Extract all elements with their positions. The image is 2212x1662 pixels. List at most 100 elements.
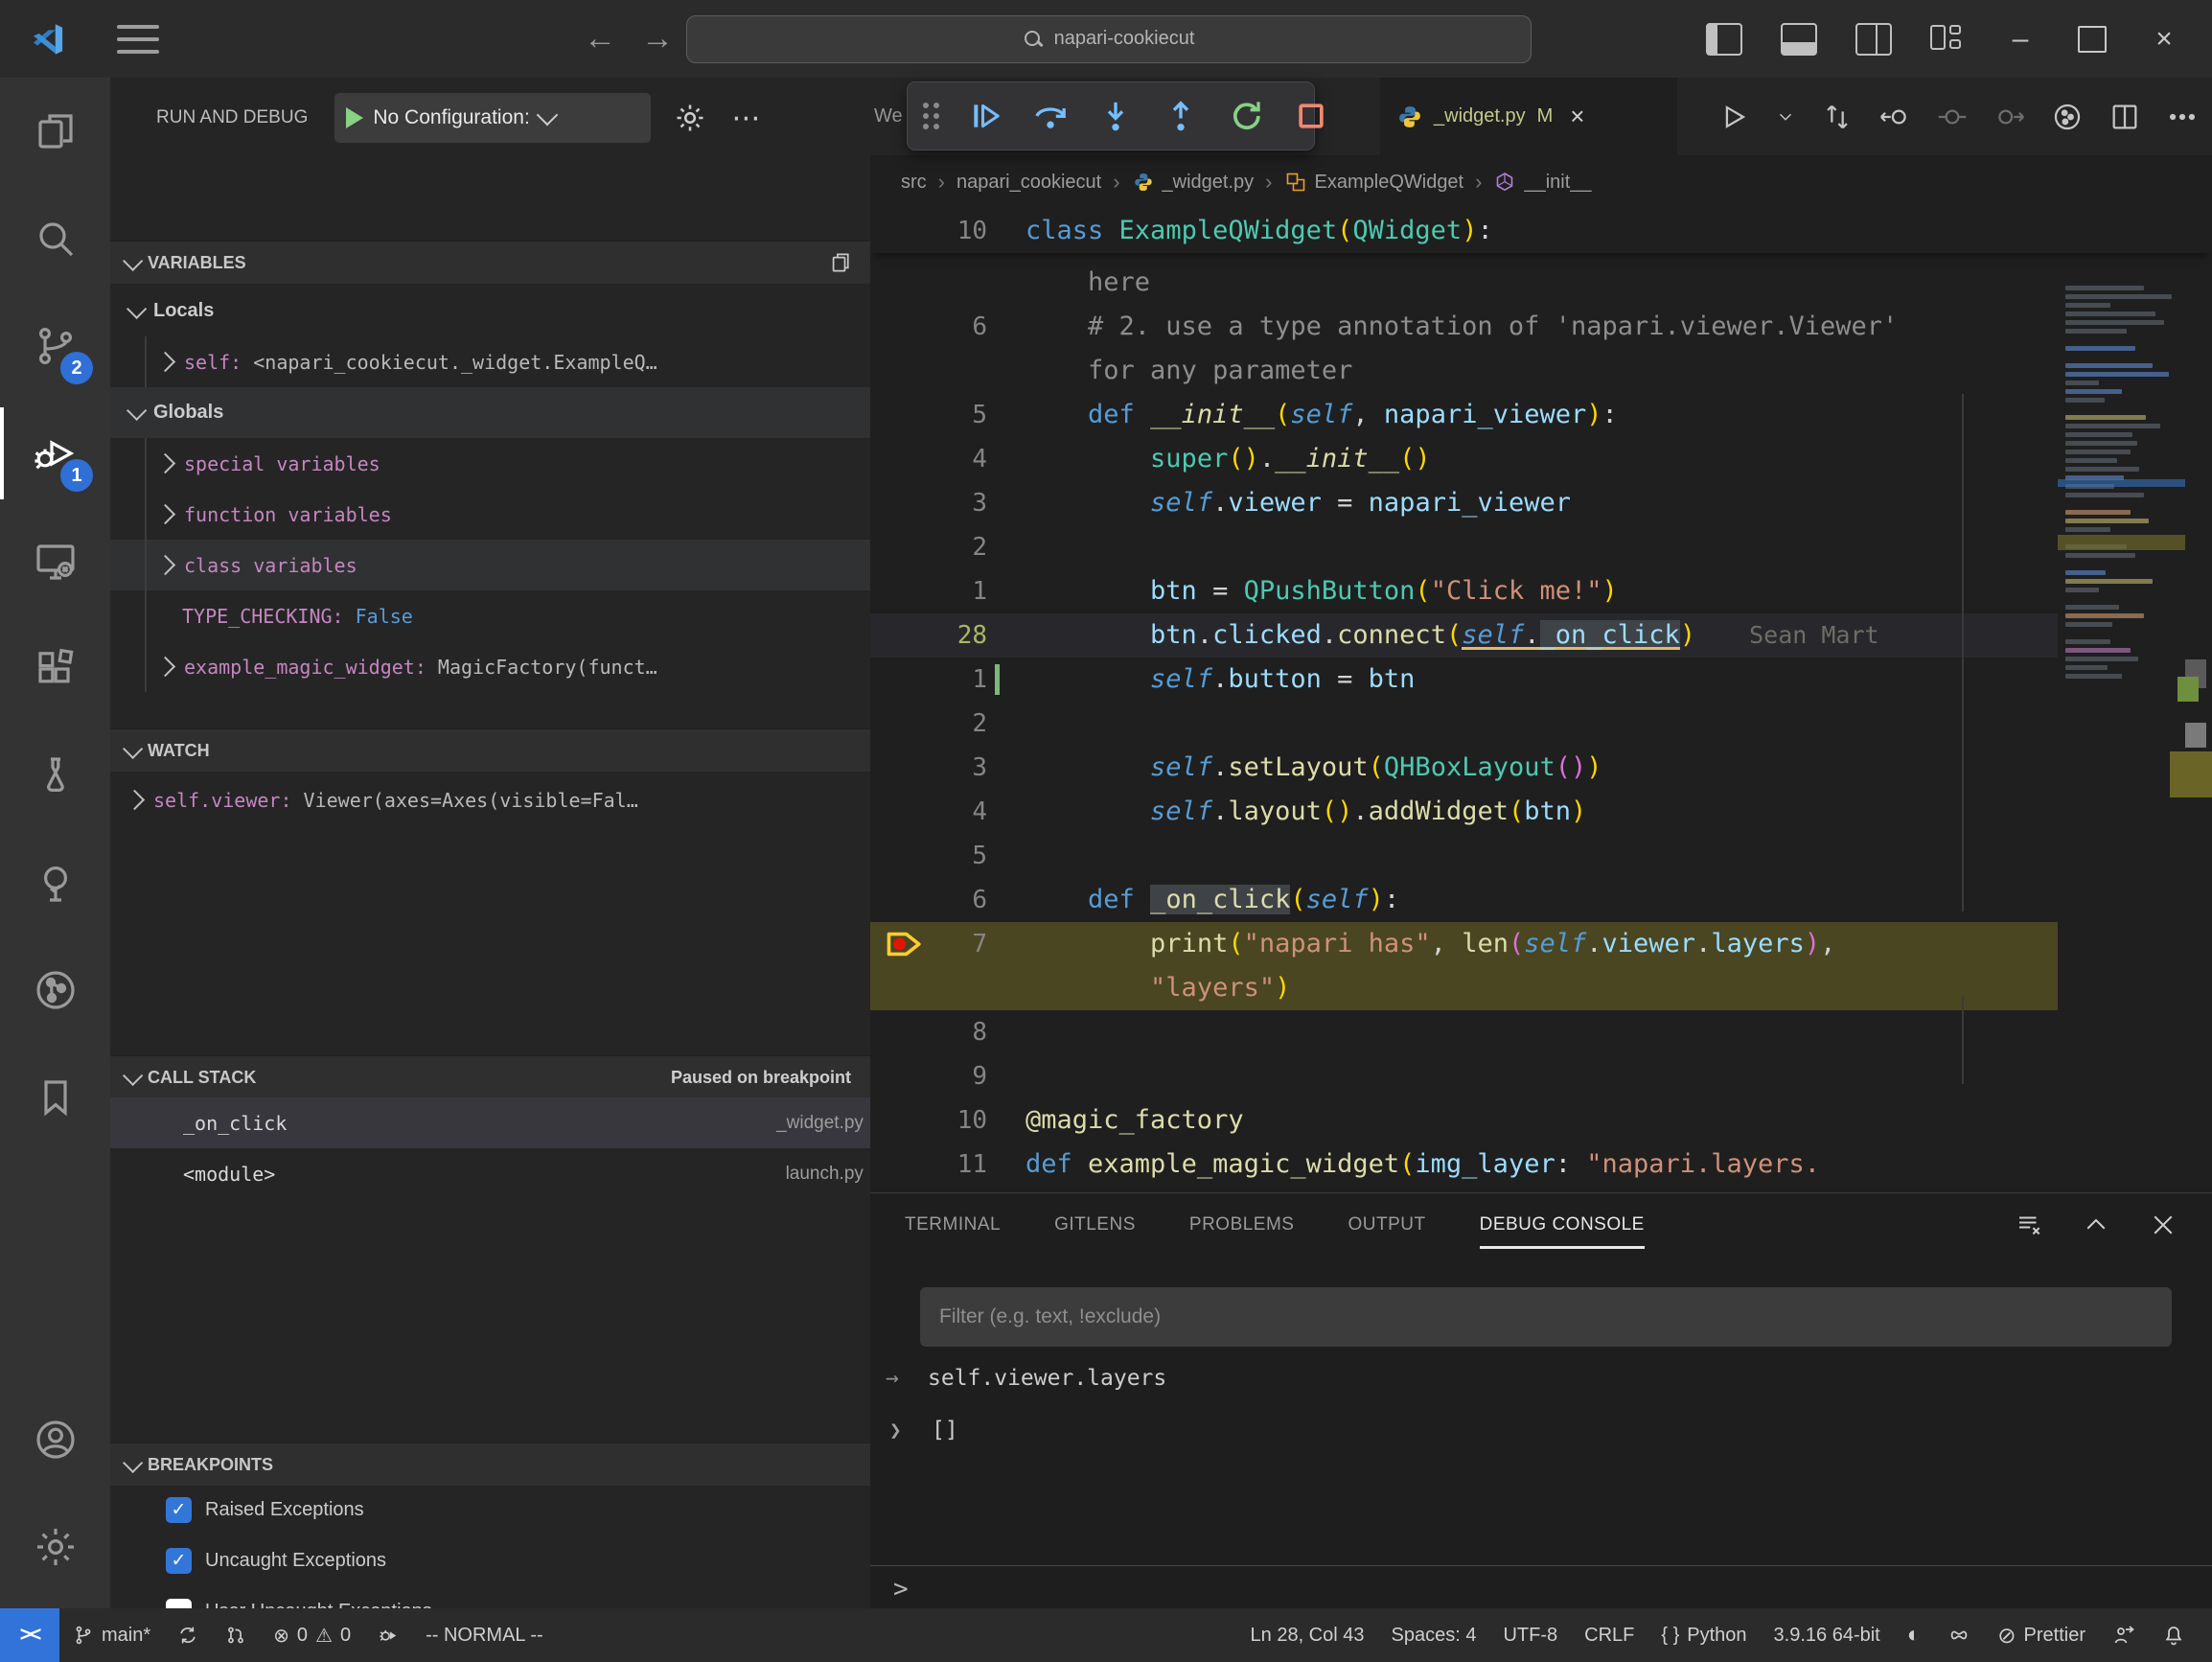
prev-change-icon[interactable]: [1878, 101, 1911, 133]
breakpoint-checkbox[interactable]: [166, 1599, 192, 1608]
minimap[interactable]: [2058, 209, 2185, 1192]
callstack-frame[interactable]: _on_click_widget.py35:1: [110, 1097, 870, 1148]
tab-close-icon[interactable]: ×: [1570, 102, 1584, 131]
code-line[interactable]: 8: [870, 1010, 2212, 1054]
eol-sequence[interactable]: CRLF: [1571, 1625, 1647, 1647]
step-into-button[interactable]: [1096, 97, 1135, 135]
breakpoint-row[interactable]: ✓Raised Exceptions: [110, 1485, 870, 1535]
tree-row[interactable]: Locals: [110, 286, 870, 336]
collapse-variables-icon[interactable]: [826, 250, 851, 275]
activity-item-bookmarks[interactable]: [0, 1044, 110, 1151]
toggle-panel-icon[interactable]: [1781, 23, 1817, 56]
code-line[interactable]: 5: [870, 834, 2212, 878]
language-mode[interactable]: { } Python: [1647, 1625, 1760, 1647]
breadcrumb-item-src[interactable]: src: [901, 172, 927, 194]
section-header-variables[interactable]: VARIABLES: [110, 241, 870, 284]
prettier-status[interactable]: ⊘ Prettier: [1984, 1623, 2099, 1649]
debug-status-icon[interactable]: [364, 1625, 412, 1646]
code-line[interactable]: 5 def __init__(self, napari_viewer):: [870, 393, 2212, 437]
tab-welcome[interactable]: We: [874, 78, 903, 155]
close-panel-icon[interactable]: [2149, 1211, 2177, 1239]
run-python-file-icon[interactable]: [1717, 101, 1750, 133]
breakpoint-checkbox[interactable]: ✓: [166, 1548, 192, 1574]
code-area[interactable]: here6 # 2. use a type annotation of 'nap…: [870, 261, 2212, 1187]
console-prompt-icon[interactable]: >: [893, 1575, 909, 1604]
breadcrumb-item-ExampleQWidget[interactable]: ExampleQWidget: [1284, 171, 1464, 194]
continue-button[interactable]: [966, 97, 1004, 135]
code-line[interactable]: 3 self.setLayout(QHBoxLayout()): [870, 746, 2212, 790]
customize-layout-icon[interactable]: [1930, 25, 1963, 54]
tree-row[interactable]: self.viewer: Viewer(axes=Axes(visible=Fa…: [110, 774, 870, 825]
debug-configuration-dropdown[interactable]: No Configuration:: [334, 93, 651, 143]
clear-console-icon[interactable]: [2015, 1211, 2043, 1239]
gear-icon[interactable]: [674, 102, 706, 134]
tree-row[interactable]: example_magic_widget: MagicFactory(funct…: [110, 641, 870, 692]
activity-item-tree[interactable]: [0, 829, 110, 936]
section-header-breakpoints[interactable]: BREAKPOINTS: [110, 1443, 870, 1486]
activity-item-search[interactable]: [0, 185, 110, 292]
code-line[interactable]: 4 super().__init__(): [870, 437, 2212, 481]
breadcrumb-item-naparicookiecut[interactable]: napari_cookiecut: [956, 172, 1101, 194]
code-line[interactable]: 9: [870, 1054, 2212, 1098]
notifications-bell-icon[interactable]: [2149, 1624, 2199, 1647]
tree-row[interactable]: special variables: [110, 438, 870, 489]
branch-status[interactable]: main*: [59, 1625, 164, 1647]
tree-row[interactable]: TYPE_CHECKING: False: [110, 590, 870, 641]
code-line[interactable]: 28 btn.clicked.connect(self._on_click)Se…: [870, 613, 2058, 658]
close-button[interactable]: ×: [2145, 23, 2183, 56]
activity-item-explorer[interactable]: [0, 78, 110, 185]
restart-button[interactable]: [1227, 97, 1265, 135]
back-arrow-icon[interactable]: ←: [571, 20, 629, 58]
stop-button[interactable]: [1292, 97, 1330, 135]
encoding[interactable]: UTF-8: [1489, 1625, 1571, 1647]
maximize-button[interactable]: [2078, 26, 2107, 53]
breakpoint-checkbox[interactable]: ✓: [166, 1497, 192, 1523]
activity-item-account[interactable]: [0, 1386, 110, 1493]
code-line[interactable]: 2: [870, 525, 2212, 569]
toolbar-drag-handle[interactable]: [923, 103, 939, 129]
code-line[interactable]: 10@magic_factory: [870, 1098, 2212, 1143]
tree-row[interactable]: function variables: [110, 489, 870, 540]
breadcrumb-item-widget.py[interactable]: _widget.py: [1132, 171, 1255, 194]
activity-item-settings[interactable]: [0, 1493, 110, 1601]
panel-tab-gitlens[interactable]: GITLENS: [1054, 1193, 1136, 1257]
code-line[interactable]: 7 print("napari has", len(self.viewer.la…: [870, 922, 2058, 966]
console-echo-row[interactable]: → self.viewer.layers: [870, 1366, 2212, 1391]
code-line[interactable]: 1 btn = QPushButton("Click me!"): [870, 569, 2212, 613]
toggle-secondary-sidebar-icon[interactable]: [1855, 23, 1892, 56]
command-center-search[interactable]: napari-cookiecut: [686, 15, 1532, 63]
copilot-icon[interactable]: [1934, 1624, 1984, 1647]
panel-tab-debug-console[interactable]: DEBUG CONSOLE: [1480, 1193, 1645, 1257]
minimize-button[interactable]: –: [2001, 23, 2039, 56]
maximize-panel-icon[interactable]: [2082, 1211, 2110, 1239]
section-header-call-stack[interactable]: CALL STACKPaused on breakpoint: [110, 1055, 870, 1098]
vim-mode[interactable]: -- NORMAL --: [412, 1625, 557, 1647]
theme-toggle-icon[interactable]: ◐: [1894, 1622, 1935, 1649]
more-actions-icon[interactable]: [2166, 101, 2199, 133]
feedback-icon[interactable]: [2099, 1624, 2149, 1647]
split-editor-icon[interactable]: [2108, 101, 2141, 133]
more-actions-icon[interactable]: ⋯: [731, 102, 763, 135]
callstack-frame[interactable]: <module>launch.py10:1: [110, 1148, 870, 1199]
code-line[interactable]: 11def example_magic_widget(img_layer: "n…: [870, 1143, 2212, 1187]
breakpoint-row[interactable]: User Uncaught Exceptions: [110, 1586, 870, 1608]
tree-row[interactable]: class variables: [110, 540, 870, 590]
menu-icon[interactable]: [117, 25, 159, 54]
remote-indicator[interactable]: ><: [0, 1608, 59, 1662]
code-line[interactable]: here: [870, 261, 2212, 305]
activity-item-remote-explorer[interactable]: [0, 507, 110, 614]
code-line[interactable]: "layers"): [870, 966, 2058, 1010]
code-line[interactable]: 2: [870, 702, 2212, 746]
step-over-button[interactable]: [1031, 97, 1070, 135]
problems-status[interactable]: ⊗0 ⚠0: [260, 1624, 364, 1648]
sticky-scroll-line[interactable]: 10class ExampleQWidget(QWidget):: [870, 209, 2212, 253]
indentation[interactable]: Spaces: 4: [1378, 1625, 1490, 1647]
section-header-watch[interactable]: WATCH: [110, 728, 870, 772]
tree-row[interactable]: self: <napari_cookiecut._widget.ExampleQ…: [110, 336, 870, 387]
console-result-row[interactable]: ❯ []: [870, 1418, 2212, 1443]
activity-item-source-control[interactable]: 2: [0, 292, 110, 400]
cursor-position[interactable]: Ln 28, Col 43: [1237, 1625, 1378, 1647]
debug-console-filter-input[interactable]: [920, 1287, 2172, 1347]
activity-item-test-beaker[interactable]: [0, 722, 110, 829]
forward-arrow-icon[interactable]: →: [629, 20, 686, 58]
